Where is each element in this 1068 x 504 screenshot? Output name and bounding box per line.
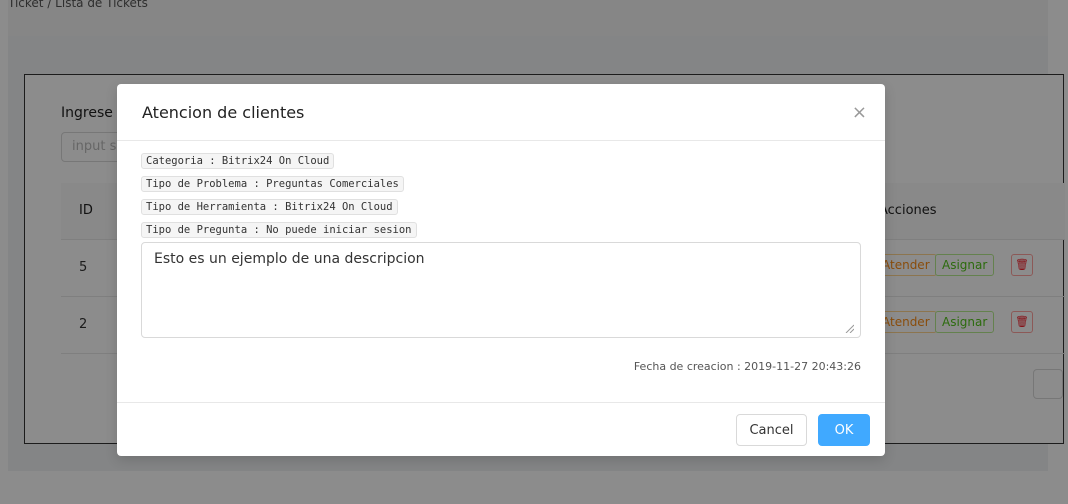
ticket-tags: Categoria : Bitrix24 On Cloud Tipo de Pr… bbox=[141, 149, 417, 241]
modal-title: Atencion de clientes bbox=[142, 103, 305, 122]
problem-type-tag: Tipo de Problema : Preguntas Comerciales bbox=[141, 172, 417, 192]
close-icon[interactable]: × bbox=[852, 102, 867, 123]
page: Ticket / Lista de Tickets Ingrese el num… bbox=[0, 0, 1068, 504]
description-textarea[interactable]: Esto es un ejemplo de una descripcion bbox=[141, 242, 861, 338]
customer-service-modal: Atencion de clientes × Categoria : Bitri… bbox=[117, 84, 885, 456]
description-text: Esto es un ejemplo de una descripcion bbox=[154, 251, 425, 267]
ok-button[interactable]: OK bbox=[818, 414, 870, 446]
modal-header: Atencion de clientes × bbox=[117, 84, 885, 141]
cancel-button[interactable]: Cancel bbox=[736, 414, 807, 446]
tool-type-tag: Tipo de Herramienta : Bitrix24 On Cloud bbox=[141, 195, 417, 215]
question-type-tag: Tipo de Pregunta : No puede iniciar sesi… bbox=[141, 218, 417, 238]
category-tag: Categoria : Bitrix24 On Cloud bbox=[141, 149, 417, 169]
creation-date: Fecha de creacion : 2019-11-27 20:43:26 bbox=[633, 360, 861, 373]
modal-footer: Cancel OK bbox=[117, 402, 885, 456]
resize-handle-icon[interactable] bbox=[844, 323, 854, 333]
